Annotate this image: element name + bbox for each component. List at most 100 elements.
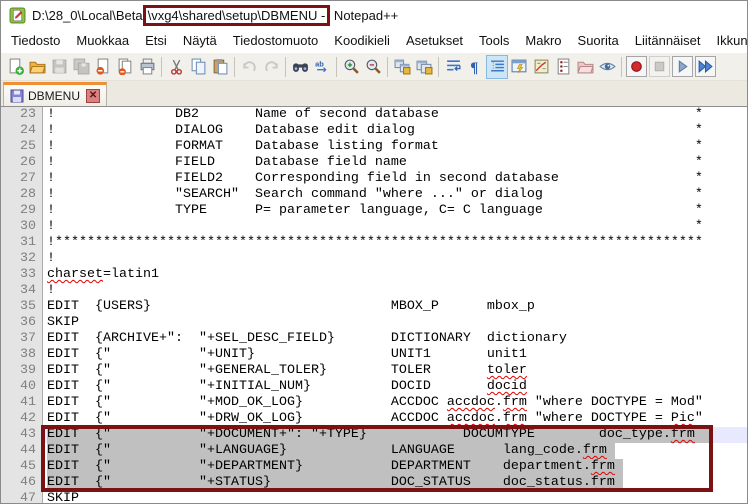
line-number[interactable]: 34 xyxy=(1,283,43,299)
line-number[interactable]: 26 xyxy=(1,155,43,171)
menu-item-muokkaa[interactable]: Muokkaa xyxy=(68,30,137,52)
new-file-button[interactable] xyxy=(4,55,26,79)
code-line: 27! FIELD2 Corresponding field in second… xyxy=(1,171,747,187)
undo-button[interactable] xyxy=(238,55,260,79)
menu-item-tools[interactable]: Tools xyxy=(471,30,517,52)
line-number[interactable]: 24 xyxy=(1,123,43,139)
code-text[interactable]: EDIT {" "+DRW_OK_LOG} ACCDOC accdoc.frm … xyxy=(43,411,747,427)
code-text[interactable]: ! xyxy=(43,251,747,267)
code-text[interactable]: EDIT {ARCHIVE+": "+SEL_DESC_FIELD} DICTI… xyxy=(43,331,747,347)
line-number[interactable]: 36 xyxy=(1,315,43,331)
folder-as-workspace-button[interactable] xyxy=(574,55,596,79)
code-text[interactable]: EDIT {" "+UNIT} UNIT1 unit1 xyxy=(43,347,747,363)
line-number[interactable]: 33 xyxy=(1,267,43,283)
menu-item-suorita[interactable]: Suorita xyxy=(570,30,627,52)
tab-close-icon[interactable]: ✕ xyxy=(86,89,100,103)
menu-item-liitnniset[interactable]: Liitännäiset xyxy=(627,30,709,52)
find-button[interactable] xyxy=(289,55,311,79)
udl-dialog-button[interactable] xyxy=(508,55,530,79)
menu-item-etsi[interactable]: Etsi xyxy=(137,30,175,52)
copy-button[interactable] xyxy=(187,55,209,79)
code-text[interactable]: EDIT {" "+GENERAL_TOLER} TOLER toler xyxy=(43,363,747,379)
line-number[interactable]: 31 xyxy=(1,235,43,251)
line-number[interactable]: 44 xyxy=(1,443,43,459)
save-button[interactable] xyxy=(48,55,70,79)
function-list-button[interactable] xyxy=(552,55,574,79)
line-number[interactable]: 43 xyxy=(1,427,43,443)
editor[interactable]: 23! DB2 Name of second database *24! DIA… xyxy=(1,106,747,504)
menu-item-asetukset[interactable]: Asetukset xyxy=(398,30,471,52)
line-number[interactable]: 42 xyxy=(1,411,43,427)
tab-label: DBMENU xyxy=(28,89,80,103)
line-number[interactable]: 46 xyxy=(1,475,43,491)
line-number[interactable]: 27 xyxy=(1,171,43,187)
menu-item-tiedostomuoto[interactable]: Tiedostomuoto xyxy=(225,30,327,52)
code-text[interactable]: EDIT {" "+DOCUMENT+": "+TYPE} DOCUMTYPE … xyxy=(43,427,747,443)
line-number[interactable]: 45 xyxy=(1,459,43,475)
tab-dbmenu[interactable]: DBMENU ✕ xyxy=(3,82,107,106)
line-number[interactable]: 37 xyxy=(1,331,43,347)
line-number[interactable]: 39 xyxy=(1,363,43,379)
code-text[interactable]: ! DB2 Name of second database * xyxy=(43,107,747,123)
menu-item-koodikieli[interactable]: Koodikieli xyxy=(326,30,398,52)
line-number[interactable]: 28 xyxy=(1,187,43,203)
code-text[interactable]: EDIT {" "+MOD_OK_LOG} ACCDOC accdoc.frm … xyxy=(43,395,747,411)
show-all-characters-button[interactable]: ¶ xyxy=(464,55,486,79)
menu-item-makro[interactable]: Makro xyxy=(517,30,569,52)
code-text[interactable]: ! TYPE P= parameter language, C= C langu… xyxy=(43,203,747,219)
code-text[interactable]: ! FORMAT Database listing format * xyxy=(43,139,747,155)
run-macro-multiple-icon xyxy=(697,58,714,75)
menu-item-tiedosto[interactable]: Tiedosto xyxy=(3,30,68,52)
line-number[interactable]: 47 xyxy=(1,491,43,504)
indent-guide-button[interactable] xyxy=(486,55,508,79)
code-text[interactable]: EDIT {" "+INITIAL_NUM} DOCID docid xyxy=(43,379,747,395)
code-text[interactable]: EDIT {" "+STATUS} DOC_STATUS doc_status.… xyxy=(43,475,747,491)
line-number[interactable]: 25 xyxy=(1,139,43,155)
stop-macro-button[interactable] xyxy=(649,56,670,77)
sync-horizontal-button[interactable] xyxy=(413,55,435,79)
code-text[interactable]: EDIT {" "+LANGUAGE} LANGUAGE lang_code.f… xyxy=(43,443,747,459)
line-number[interactable]: 32 xyxy=(1,251,43,267)
line-number[interactable]: 40 xyxy=(1,379,43,395)
zoom-in-button[interactable] xyxy=(340,55,362,79)
run-macro-multiple-button[interactable] xyxy=(695,56,716,77)
code-text[interactable]: EDIT {" "+DEPARTMENT} DEPARTMENT departm… xyxy=(43,459,747,475)
paste-button[interactable] xyxy=(209,55,231,79)
menu-item-nyt[interactable]: Näytä xyxy=(175,30,225,52)
line-number[interactable]: 23 xyxy=(1,107,43,123)
zoom-out-button[interactable] xyxy=(362,55,384,79)
open-button[interactable] xyxy=(26,55,48,79)
code-text[interactable]: ! FIELD2 Corresponding field in second d… xyxy=(43,171,747,187)
monitoring-button[interactable] xyxy=(596,55,618,79)
menu-item-ikkuna[interactable]: Ikkuna xyxy=(709,30,748,52)
code-text[interactable]: charset=latin1 xyxy=(43,267,747,283)
code-text[interactable]: !***************************************… xyxy=(43,235,747,251)
sync-vertical-button[interactable] xyxy=(391,55,413,79)
line-number[interactable]: 29 xyxy=(1,203,43,219)
code-text[interactable]: ! "SEARCH" Search command "where ..." or… xyxy=(43,187,747,203)
play-macro-button[interactable] xyxy=(672,56,693,77)
code-text[interactable]: ! * xyxy=(43,219,747,235)
code-text[interactable]: ! xyxy=(43,283,747,299)
line-number[interactable]: 30 xyxy=(1,219,43,235)
close-button[interactable] xyxy=(92,55,114,79)
cut-button[interactable] xyxy=(165,55,187,79)
paste-icon xyxy=(212,58,229,75)
code-text[interactable]: ! FIELD Database field name * xyxy=(43,155,747,171)
print-button[interactable] xyxy=(136,55,158,79)
line-number[interactable]: 35 xyxy=(1,299,43,315)
record-macro-icon xyxy=(628,58,645,75)
code-text[interactable]: SKIP xyxy=(43,315,747,331)
save-all-button[interactable] xyxy=(70,55,92,79)
redo-button[interactable] xyxy=(260,55,282,79)
replace-button[interactable]: ab xyxy=(311,55,333,79)
document-map-button[interactable] xyxy=(530,55,552,79)
line-number[interactable]: 38 xyxy=(1,347,43,363)
line-number[interactable]: 41 xyxy=(1,395,43,411)
code-text[interactable]: EDIT {USERS} MBOX_P mbox_p xyxy=(43,299,747,315)
code-text[interactable]: ! DIALOG Database edit dialog * xyxy=(43,123,747,139)
word-wrap-button[interactable] xyxy=(442,55,464,79)
close-all-button[interactable] xyxy=(114,55,136,79)
record-macro-button[interactable] xyxy=(626,56,647,77)
code-text[interactable]: SKIP xyxy=(43,491,747,504)
